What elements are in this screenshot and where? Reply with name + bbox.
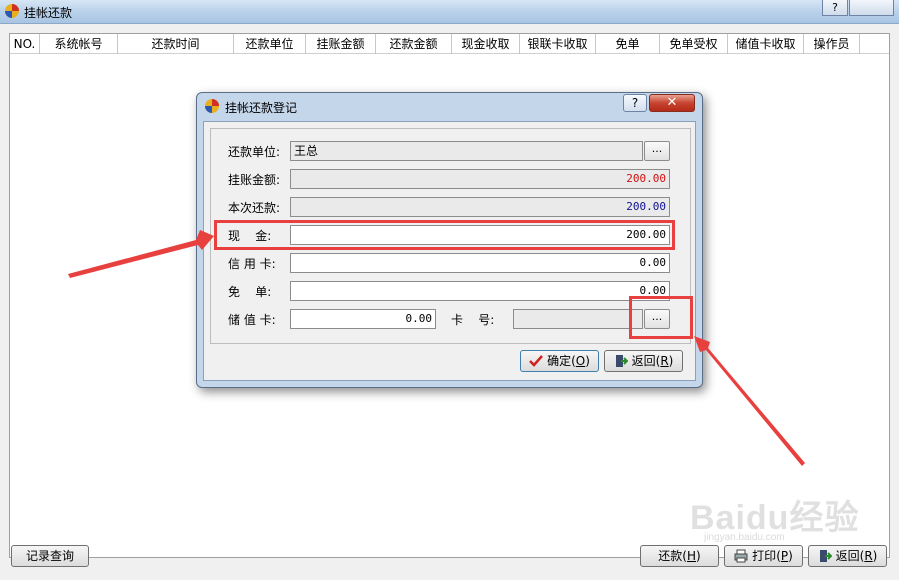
arrow-to-cash xyxy=(68,230,214,278)
arrow-to-browse xyxy=(694,336,805,466)
baidu-watermark: Baidu经验 jingyan.baidu.com xyxy=(690,480,890,570)
watermark-url: jingyan.baidu.com xyxy=(704,532,785,543)
